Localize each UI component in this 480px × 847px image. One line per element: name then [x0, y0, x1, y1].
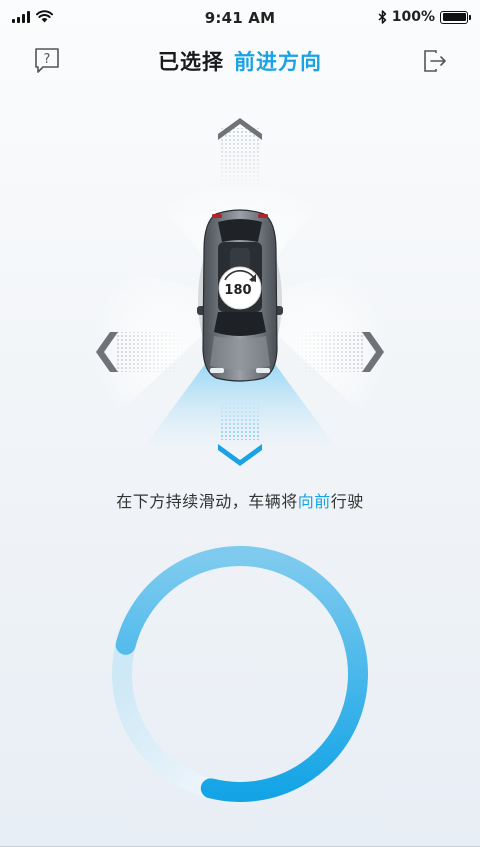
status-bar: 9:41 AM 100%: [0, 0, 480, 36]
rotate-label: 180: [224, 283, 251, 298]
status-right: 100%: [378, 9, 471, 25]
exit-arrow-icon: [424, 50, 446, 72]
right-dot-field: [295, 332, 365, 372]
instruction-highlight: 向前: [297, 492, 331, 511]
down-dot-field: [220, 400, 260, 440]
page-title: 已选择 前进方向: [0, 46, 480, 76]
instruction-prefix: 在下方持续滑动，车辆将: [116, 492, 298, 511]
instruction-suffix: 行驶: [330, 492, 364, 511]
left-dot-field: [115, 332, 185, 372]
title-direction: 前进方向: [234, 50, 322, 74]
slide-control-ring[interactable]: [112, 546, 368, 802]
instruction-text: 在下方持续滑动，车辆将向前行驶: [0, 488, 480, 512]
battery-icon: [440, 10, 471, 24]
battery-fill: [442, 13, 466, 21]
car-direction-stage: 180 °: [80, 110, 400, 470]
rotate-180-button[interactable]: 180 °: [218, 266, 262, 310]
header: ? 已选择 前进方向: [0, 36, 480, 84]
bluetooth-icon: [378, 10, 386, 24]
up-dot-field: [220, 128, 260, 188]
battery-percent: 100%: [391, 9, 435, 25]
rotate-unit: °: [250, 278, 254, 287]
title-prefix: 已选择: [158, 50, 224, 74]
exit-button[interactable]: [420, 46, 450, 76]
